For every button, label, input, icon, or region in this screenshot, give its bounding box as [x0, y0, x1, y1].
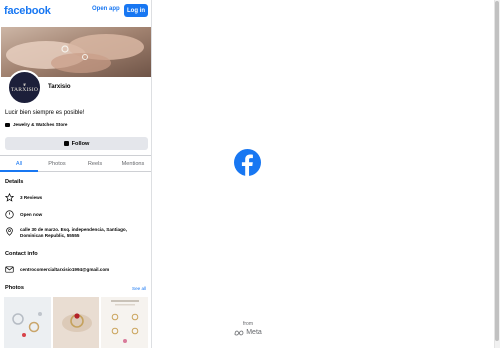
login-button[interactable]: Log in — [124, 4, 148, 17]
star-icon — [5, 193, 14, 202]
scrollbar-thumb[interactable] — [495, 1, 499, 341]
tab-photos[interactable]: Photos — [38, 156, 76, 171]
tab-mentions[interactable]: Mentions — [114, 156, 151, 171]
facebook-wordmark[interactable]: facebook — [4, 5, 51, 17]
email-row[interactable]: centrocomercialtarxisio1994@gmail.com — [5, 265, 109, 274]
photos-grid — [4, 297, 149, 348]
meta-brand: Meta — [233, 329, 263, 336]
avatar-logo-text: TARXISIO — [10, 86, 39, 93]
tab-all[interactable]: All — [0, 156, 38, 172]
page-category: Jewelry & Watches Store — [5, 122, 67, 127]
hours-row: Open now — [5, 210, 42, 219]
address-text: calle 30 de marzo. Esq. independencia, S… — [20, 227, 127, 239]
mobile-page-column: facebook Open app Log in ❦ TARXISIO Tarx… — [0, 0, 152, 348]
meta-label: Meta — [246, 329, 262, 336]
profile-tabs: All Photos Reels Mentions — [0, 155, 151, 172]
category-label: Jewelry & Watches Store — [13, 122, 68, 127]
photo-thumbnail[interactable] — [52, 297, 100, 348]
email-text: centrocomercialtarxisio1994@gmail.com — [20, 267, 110, 272]
follow-button[interactable]: Follow — [5, 137, 148, 150]
meta-logo-icon — [234, 330, 244, 335]
reviews-row[interactable]: 3 Reviews — [5, 193, 42, 202]
page-bio: Lucir bien siempre es posible! — [5, 110, 85, 116]
follow-label: Follow — [71, 140, 90, 147]
hours-text: Open now — [20, 212, 43, 217]
top-bar: facebook Open app Log in — [0, 0, 151, 21]
tab-reels[interactable]: Reels — [76, 156, 114, 171]
location-pin-icon — [5, 227, 14, 236]
follow-icon — [63, 141, 69, 146]
open-app-link[interactable]: Open app — [92, 6, 120, 12]
address-line-2: Dominican Republic, 55555 — [20, 233, 80, 238]
page-name[interactable]: Tarxisio — [48, 84, 71, 90]
photos-title: Photos — [5, 285, 24, 291]
reviews-text: 3 Reviews — [20, 195, 43, 200]
avatar[interactable]: ❦ TARXISIO — [7, 70, 42, 105]
address-line-1: calle 30 de marzo. Esq. independencia, S… — [20, 227, 127, 232]
details-title: Details — [5, 179, 24, 185]
photo-thumbnail[interactable] — [101, 297, 149, 348]
mail-icon — [5, 265, 14, 274]
see-all-photos-link[interactable]: See all — [132, 286, 146, 291]
category-icon — [5, 122, 10, 127]
facebook-logo-icon — [234, 149, 261, 176]
from-label: from — [243, 321, 253, 327]
address-row[interactable]: calle 30 de marzo. Esq. independencia, S… — [5, 227, 127, 239]
photo-thumbnail[interactable] — [4, 297, 51, 348]
contact-info-title: Contact info — [5, 251, 38, 257]
clock-icon — [5, 210, 14, 219]
